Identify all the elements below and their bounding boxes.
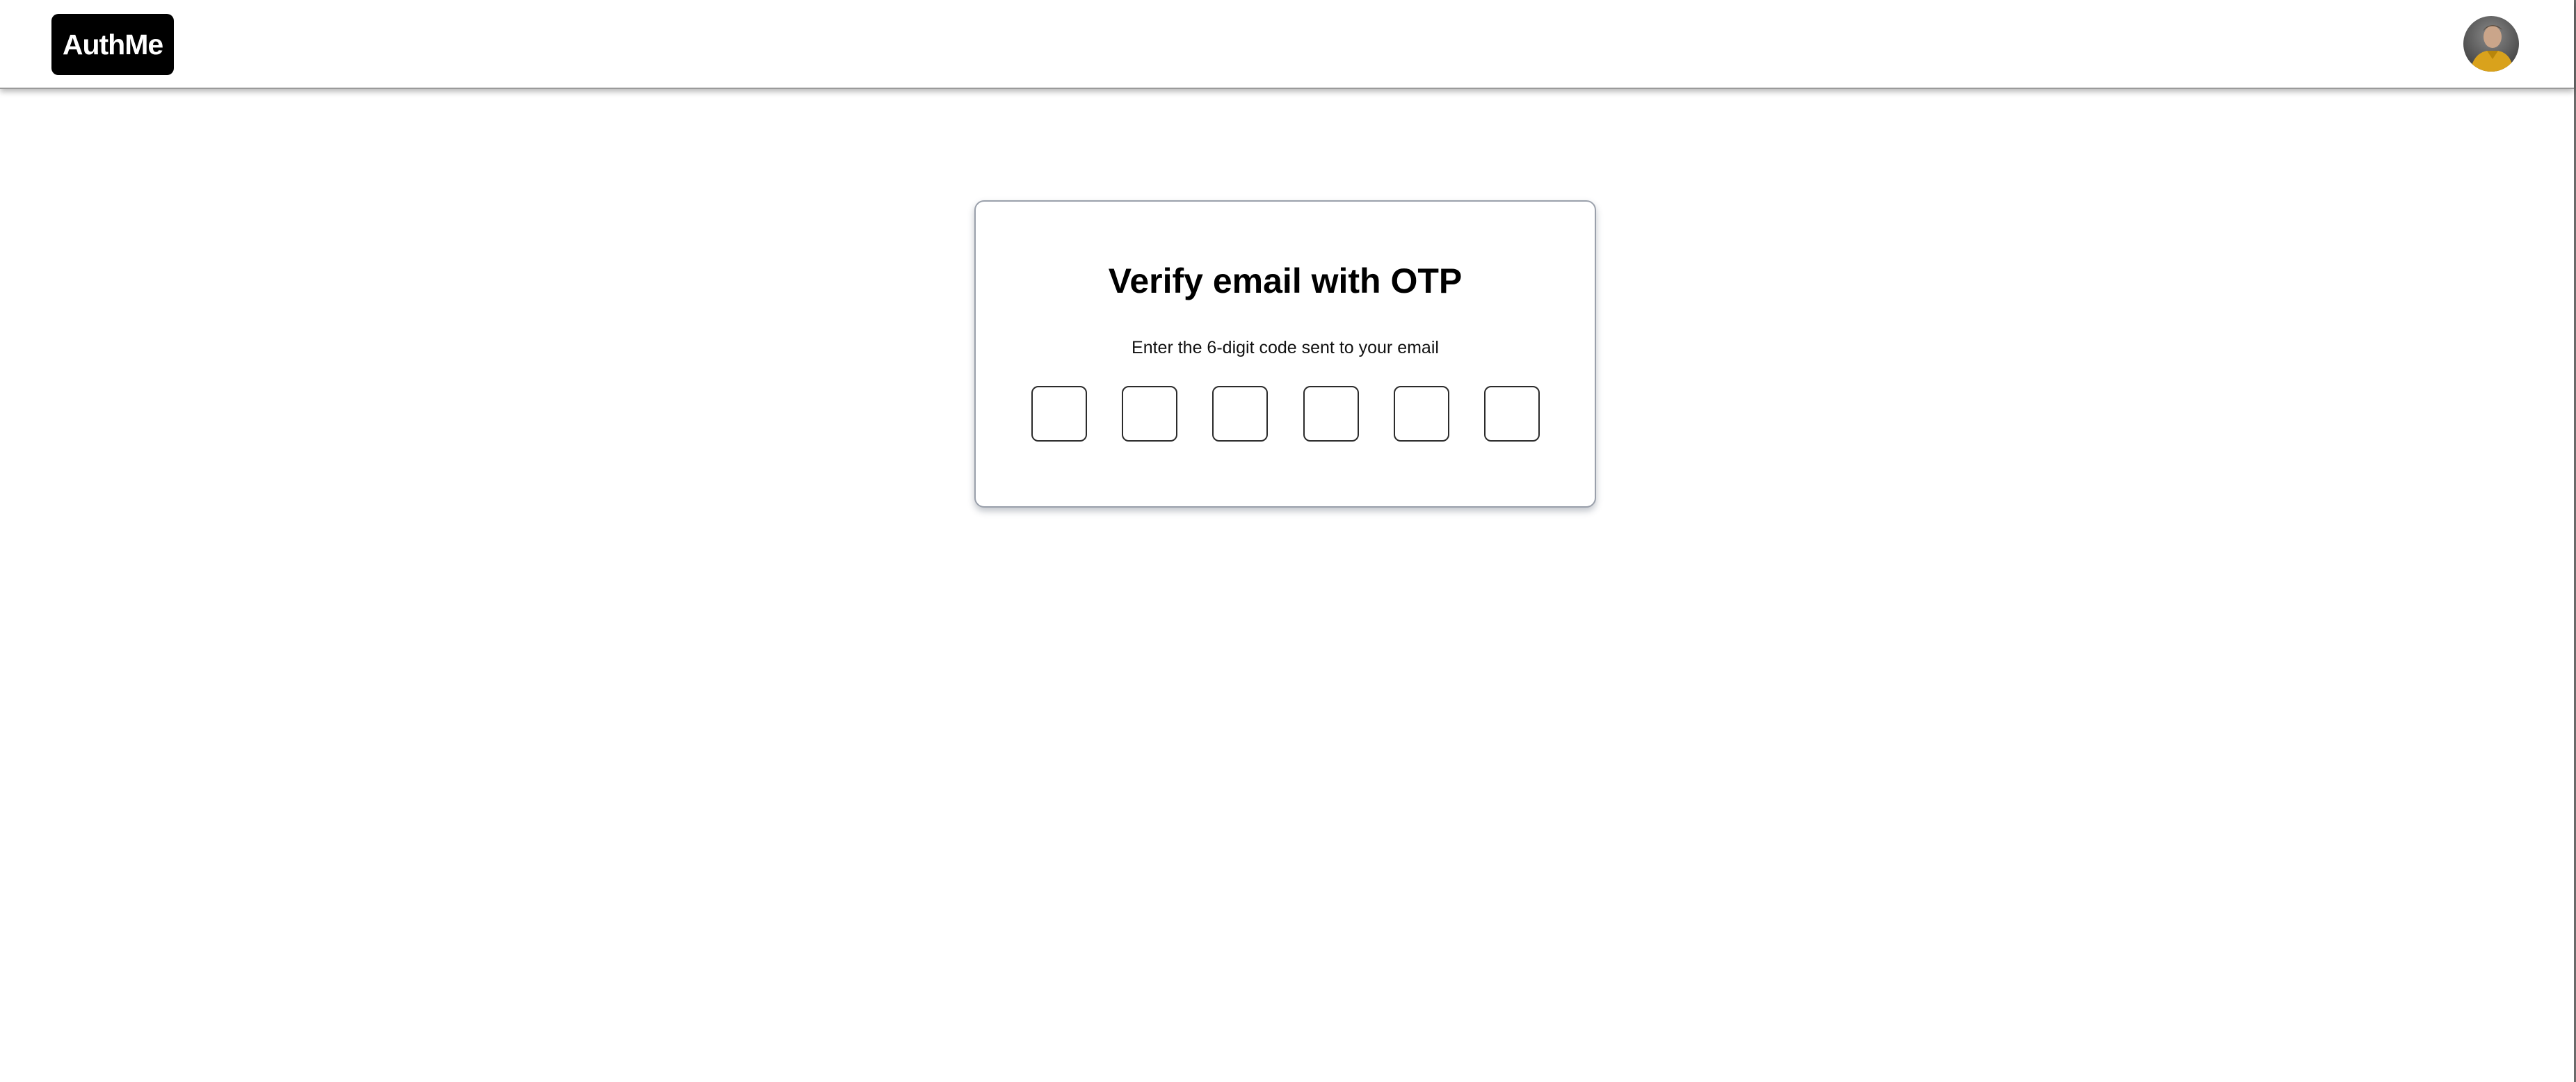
avatar-icon xyxy=(2463,16,2519,72)
top-navigation-bar: AuthMe xyxy=(0,0,2574,89)
otp-digit-3[interactable] xyxy=(1212,386,1268,442)
otp-digit-1[interactable] xyxy=(1031,386,1087,442)
card-subtitle: Enter the 6-digit code sent to your emai… xyxy=(1132,338,1439,357)
otp-digit-2[interactable] xyxy=(1122,386,1177,442)
user-avatar[interactable] xyxy=(2463,16,2519,72)
otp-digit-4[interactable] xyxy=(1303,386,1359,442)
verify-otp-card: Verify email with OTP Enter the 6-digit … xyxy=(974,200,1596,508)
otp-digit-5[interactable] xyxy=(1394,386,1449,442)
page: AuthMe Verify email with OTP Enter the 6… xyxy=(0,0,2576,1082)
otp-digit-6[interactable] xyxy=(1484,386,1540,442)
authme-logo[interactable]: AuthMe xyxy=(51,14,174,75)
card-title: Verify email with OTP xyxy=(1108,261,1463,300)
